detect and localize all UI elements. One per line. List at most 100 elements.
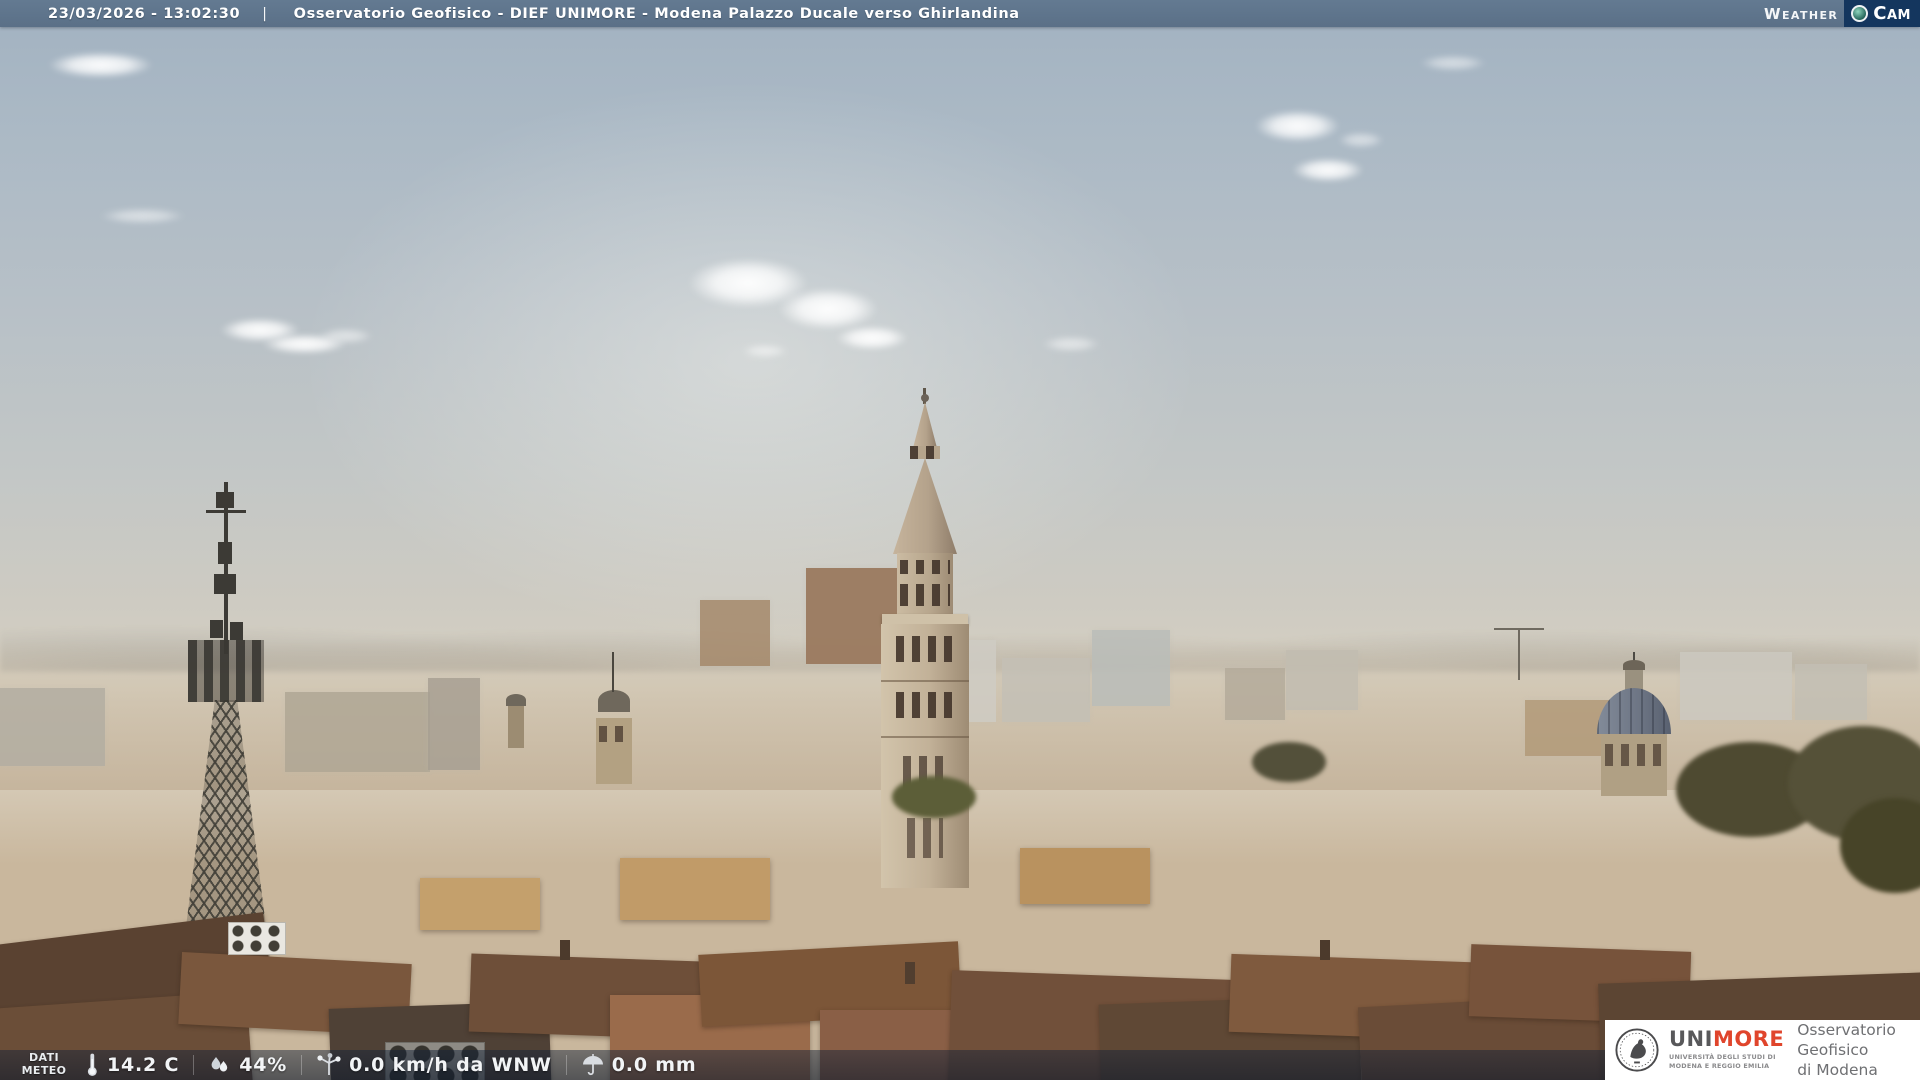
cloud — [318, 328, 373, 344]
small-bell-tower-cap — [506, 694, 526, 706]
antenna-panel — [218, 542, 232, 564]
tower-loggia — [910, 446, 940, 459]
unimore-wordmark: UNIMORE UNIVERSITÀ DEGLI STUDI DI MODENA… — [1669, 1029, 1784, 1070]
church-dome — [1594, 652, 1674, 802]
tower-windows-row2 — [896, 692, 954, 718]
distant-building — [1225, 668, 1285, 720]
weather-vane — [612, 652, 614, 692]
observatory-line1: Osservatorio Geofisico — [1797, 1020, 1896, 1059]
humidity-reading: 44% — [208, 1053, 287, 1077]
distant-building — [1680, 652, 1792, 720]
distant-building — [428, 678, 480, 770]
camera-title: Osservatorio Geofisico - DIEF UNIMORE - … — [293, 5, 1020, 22]
antenna-tower — [160, 482, 292, 982]
wind-value: 0.0 km/h da WNW — [349, 1054, 552, 1076]
chimney — [560, 940, 570, 960]
lantern-arches-lower — [900, 584, 950, 606]
tower-spire-top — [913, 402, 937, 448]
cloud — [778, 288, 878, 330]
antenna-panel — [216, 492, 234, 508]
antenna-panel — [214, 574, 236, 594]
reading-divider — [193, 1055, 195, 1075]
unimore-more: MORE — [1712, 1027, 1785, 1052]
weathercam-cam-box: Cam — [1844, 0, 1920, 27]
observatory-name: Osservatorio Geofisico di Modena — [1797, 1020, 1920, 1080]
temperature-value: 14.2 C — [107, 1054, 180, 1076]
thermometer-icon — [84, 1053, 100, 1077]
tower-finial-ball — [921, 394, 929, 402]
cloud — [1292, 158, 1364, 182]
rain-value: 0.0 mm — [611, 1054, 697, 1076]
tree — [892, 776, 976, 818]
cloud — [836, 326, 908, 350]
bell-tower-cupola — [598, 690, 630, 712]
humidity-value: 44% — [239, 1054, 288, 1076]
distant-building — [1286, 650, 1358, 710]
unimore-name: UNIMORE — [1669, 1029, 1784, 1050]
cloud — [1338, 132, 1384, 148]
reading-divider — [565, 1055, 567, 1075]
weathercam-logo: Weather Cam — [1764, 0, 1920, 27]
distant-building — [0, 688, 105, 766]
distant-building — [1795, 664, 1867, 720]
wind-icon — [316, 1053, 342, 1077]
antenna-head — [188, 640, 264, 702]
antenna-crossarm — [206, 510, 246, 513]
camera-lens-icon — [1851, 5, 1869, 22]
reading-divider — [301, 1055, 303, 1075]
construction-crane — [1518, 628, 1520, 680]
tower-string-course — [881, 680, 969, 682]
datetime-label: 23/03/2026 - 13:02:30 — [48, 5, 241, 22]
separator: | — [262, 5, 268, 22]
observatory-line2: di Modena — [1797, 1061, 1878, 1080]
lantern-arches-upper — [900, 560, 950, 574]
chimney — [905, 962, 915, 984]
weathercam-cam-label: Cam — [1873, 3, 1911, 24]
chimney — [1320, 940, 1330, 960]
top-status-bar: 23/03/2026 - 13:02:30 | Osservatorio Geo… — [0, 0, 1920, 27]
facade — [620, 858, 770, 920]
tower-windows-row1 — [896, 636, 954, 662]
dome-cap — [1597, 688, 1671, 734]
dome-lantern-cap — [1623, 660, 1645, 670]
temperature-reading: 14.2 C — [84, 1053, 179, 1077]
rain-icon — [581, 1053, 605, 1077]
tower-spire — [893, 458, 957, 554]
tower-cornice — [882, 614, 968, 624]
antenna-panel — [210, 620, 223, 638]
tree — [1252, 742, 1326, 782]
drum-arches — [1605, 744, 1663, 766]
unimore-seal-icon — [1615, 1028, 1659, 1072]
unimore-logo-box: UNIMORE UNIVERSITÀ DEGLI STUDI DI MODENA… — [1605, 1020, 1920, 1080]
university-line1: UNIVERSITÀ DEGLI STUDI DI — [1669, 1053, 1776, 1062]
dati-label-line2: METEO — [21, 1064, 67, 1077]
wind-reading: 0.0 km/h da WNW — [316, 1053, 552, 1077]
small-bell-tower — [508, 702, 524, 748]
distant-building — [1002, 658, 1090, 722]
unimore-uni: UNI — [1669, 1027, 1713, 1052]
construction-crane-arm — [1494, 628, 1544, 630]
distant-building — [1092, 630, 1170, 706]
dati-meteo-label: DATI METEO — [18, 1052, 70, 1077]
tower-windows-row4 — [907, 818, 943, 858]
cloud — [100, 208, 185, 224]
rooftop-ac-unit — [228, 922, 286, 955]
sun-glow — [300, 80, 1200, 640]
brick-building — [700, 600, 770, 666]
webcam-frame: 23/03/2026 - 13:02:30 | Osservatorio Geo… — [0, 0, 1920, 1080]
humidity-icon — [208, 1053, 232, 1077]
cloud — [1042, 336, 1100, 352]
rain-reading: 0.0 mm — [581, 1053, 697, 1077]
university-line2: MODENA E REGGIO EMILIA — [1669, 1062, 1770, 1070]
antenna-panel — [230, 622, 243, 640]
tower-string-course — [881, 736, 969, 738]
cloud — [742, 344, 788, 358]
cloud — [1255, 110, 1340, 142]
bell-tower-arches — [599, 726, 629, 742]
facade — [1020, 848, 1150, 904]
weathercam-weather-label: Weather — [1764, 4, 1839, 23]
cloud — [1420, 55, 1486, 71]
cloud — [48, 52, 153, 78]
university-subtitle: UNIVERSITÀ DEGLI STUDI DI MODENA E REGGI… — [1669, 1053, 1784, 1070]
facade — [420, 878, 540, 930]
